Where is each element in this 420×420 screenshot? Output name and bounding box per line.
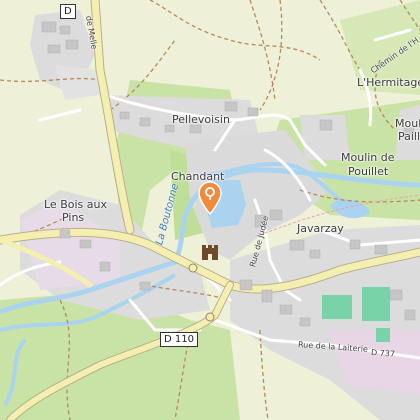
place-label-moulin-paille: Moul bbox=[395, 117, 420, 130]
place-label-moulin-de-pouillet: Pouillet bbox=[348, 165, 389, 178]
residential-area bbox=[55, 65, 100, 100]
place-label-javarzay: Javarzay bbox=[297, 222, 344, 235]
sports-field bbox=[362, 287, 390, 321]
place-label-le-bois-aux-pins: Le Bois aux bbox=[44, 198, 107, 211]
map-view[interactable]: Pellevoisin Chandant Le Bois aux Pins L'… bbox=[0, 0, 420, 420]
place-label-lhermitage: L'Hermitage bbox=[357, 76, 420, 89]
place-label-moulin-paille: Paill bbox=[398, 130, 420, 143]
sports-field bbox=[322, 295, 352, 319]
place-label-pellevoisin: Pellevoisin bbox=[172, 113, 230, 126]
sports-field bbox=[376, 328, 390, 342]
road-shield-d: D bbox=[60, 4, 76, 19]
castle-icon[interactable] bbox=[201, 245, 219, 261]
place-label-le-bois-aux-pins: Pins bbox=[62, 211, 85, 224]
road-label-d737: D 737 bbox=[370, 348, 396, 359]
place-label-moulin-de-pouillet: Moulin de bbox=[341, 151, 395, 164]
map-pin-icon[interactable] bbox=[197, 181, 223, 216]
road-shield-d110: D 110 bbox=[160, 332, 198, 347]
